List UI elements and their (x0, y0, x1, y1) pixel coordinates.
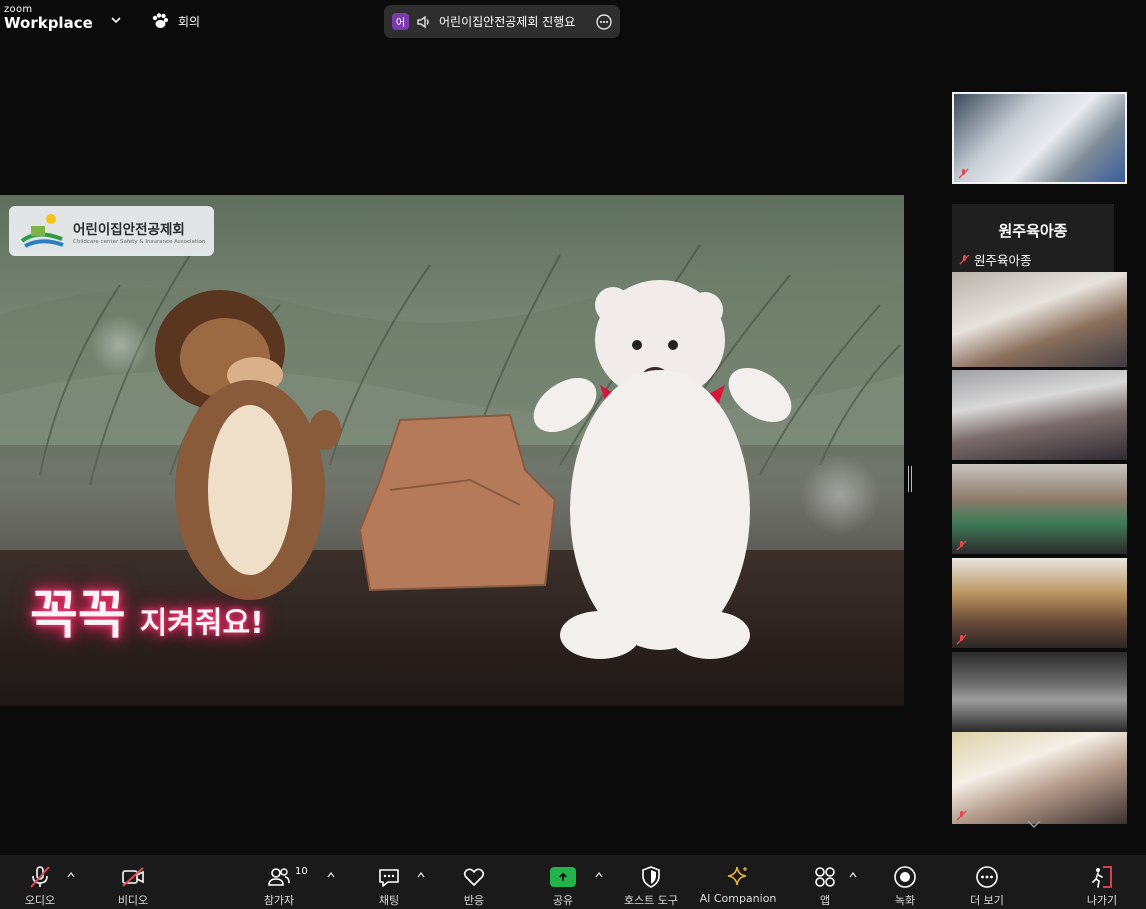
chat-button[interactable]: 채팅 (349, 855, 429, 909)
leave-label: 나가기 (1086, 894, 1118, 907)
mic-off-icon (958, 168, 969, 179)
participant-tile[interactable] (952, 464, 1127, 554)
video-off-icon (122, 867, 144, 887)
heart-icon (463, 868, 485, 886)
react-label: 반응 (463, 894, 485, 907)
mic-off-icon (30, 866, 50, 888)
react-button[interactable]: 반응 (434, 855, 514, 909)
participant-tile[interactable] (952, 652, 1127, 732)
ai-companion-label: AI Companion (699, 892, 777, 905)
participants-icon (268, 868, 290, 886)
participants-count: 10 (295, 866, 308, 877)
participant-tile[interactable] (952, 732, 1127, 824)
caption-big: 꼭꼭 (30, 586, 126, 646)
apps-icon (815, 867, 835, 887)
brand-bottom-text: Workplace (4, 14, 93, 32)
apps-label: 앱 (819, 894, 831, 907)
participant-tile[interactable] (952, 370, 1127, 460)
chevron-down-icon[interactable] (110, 14, 122, 26)
participant-name-tag: 원주육아종 (959, 250, 1032, 269)
more-options-icon[interactable] (596, 13, 612, 30)
participants-button[interactable]: 참가자 (239, 855, 319, 909)
share-options-caret-icon[interactable] (594, 871, 604, 879)
participant-tile[interactable] (952, 558, 1127, 648)
bear-mascot (533, 280, 792, 659)
sharer-avatar: 어 (392, 13, 409, 30)
participant-tile[interactable] (952, 272, 1127, 367)
apps-options-caret-icon[interactable] (848, 871, 858, 879)
host-tools-button[interactable]: 호스트 도구 (611, 855, 691, 909)
share-label: 공유 (552, 894, 574, 907)
chevron-down-icon[interactable] (1026, 819, 1042, 829)
participant-label: 원주육아종 (974, 253, 1032, 268)
mic-off-icon (959, 254, 970, 265)
shared-screen[interactable]: 어린이집안전공제회 Childcare center Safety & Insu… (0, 195, 904, 706)
participants-label: 참가자 (263, 894, 295, 907)
record-button[interactable]: 녹화 (865, 855, 945, 909)
more-label: 더 보기 (970, 894, 1004, 907)
apps-button[interactable]: 앱 (785, 855, 865, 909)
screen-share-indicator[interactable]: 어 어린이집안전공제회 진행요 (384, 5, 620, 38)
audio-label: 오디오 (24, 894, 56, 907)
video-button[interactable]: 비디오 (93, 855, 173, 909)
more-icon (976, 866, 998, 888)
zoom-workplace-menu[interactable]: zoom Workplace (4, 5, 93, 31)
participant-name-tag (956, 634, 967, 645)
share-screen-icon (550, 867, 576, 887)
shield-icon (642, 866, 660, 888)
logo-title: 어린이집안전공제회 (73, 221, 185, 238)
association-logo: 어린이집안전공제회 Childcare center Safety & Insu… (9, 206, 214, 256)
record-icon (894, 866, 916, 888)
chat-options-caret-icon[interactable] (416, 871, 426, 879)
participant-tile-name-only[interactable]: 원주육아종 원주육아종 (952, 204, 1114, 272)
video-caption: 꼭꼭 지켜줘요! (30, 573, 264, 663)
sharer-name: 어린이집안전공제회 진행요 (439, 15, 576, 29)
chat-icon (379, 869, 399, 887)
tab-meeting-label: 회의 (178, 14, 201, 29)
leave-button[interactable]: 나가기 (1062, 855, 1142, 909)
participant-video-strip[interactable]: 원주육아종 원주육아종 (952, 92, 1127, 829)
chat-label: 채팅 (378, 894, 400, 907)
caption-small: 지켜줘요! (139, 606, 264, 641)
leave-door-icon (1092, 866, 1112, 888)
more-button[interactable]: 더 보기 (947, 855, 1027, 909)
logo-emblem-icon (20, 214, 64, 248)
speaker-icon (417, 15, 429, 28)
participants-options-caret-icon[interactable] (326, 871, 336, 879)
participant-name-tag (958, 168, 969, 179)
share-button[interactable]: 공유 (523, 855, 603, 909)
logo-subtitle: Childcare center Safety & Insurance Asso… (73, 238, 206, 245)
meeting-toolbar: 오디오 비디오 참가자 10 채팅 반응 공유 호스트 도구 AI Compan… (0, 855, 1146, 909)
resize-handle[interactable] (908, 466, 912, 492)
mic-off-icon (956, 810, 967, 821)
lion-mascot (155, 290, 341, 600)
video-label: 비디오 (117, 894, 149, 907)
tab-meeting[interactable]: 회의 (150, 10, 200, 32)
audio-button[interactable]: 오디오 (0, 855, 80, 909)
participant-name-tag (956, 810, 967, 821)
ai-companion-button[interactable]: AI Companion (692, 855, 784, 909)
mic-off-icon (956, 634, 967, 645)
top-bar: zoom Workplace 회의 어 어린이집안전공제회 진행요 (0, 0, 1146, 42)
paw-icon (152, 13, 168, 28)
record-label: 녹화 (894, 894, 916, 907)
sparkle-icon (727, 866, 747, 886)
participant-display-name: 원주육아종 (998, 222, 1068, 240)
host-tools-label: 호스트 도구 (623, 894, 679, 907)
audio-options-caret-icon[interactable] (66, 871, 76, 879)
participant-tile-active[interactable] (952, 92, 1127, 184)
mic-off-icon (956, 540, 967, 551)
participant-name-tag (956, 540, 967, 551)
